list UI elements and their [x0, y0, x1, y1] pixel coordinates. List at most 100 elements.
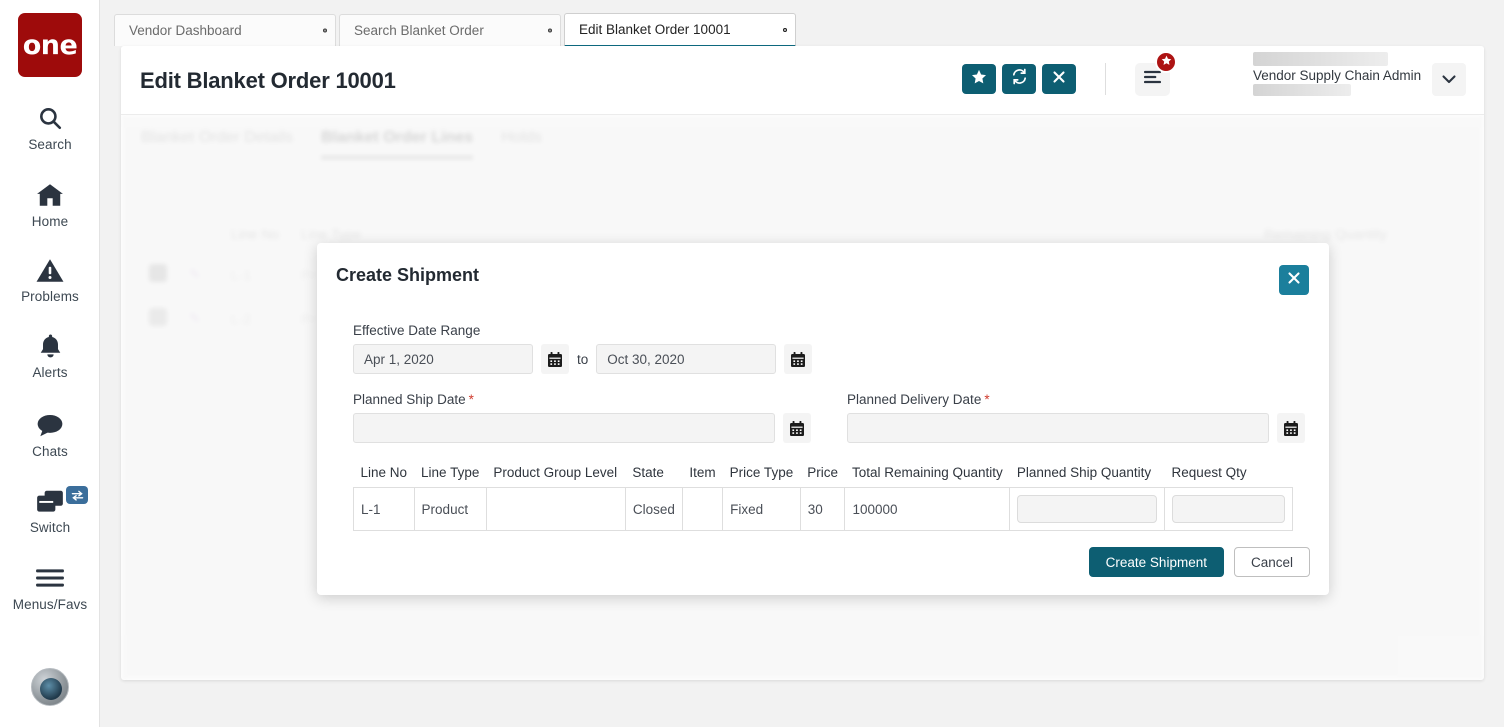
- planned-delivery-date-label: Planned Delivery Date *: [847, 392, 1305, 407]
- effective-date-range-label: Effective Date Range: [353, 323, 481, 338]
- app-shell: Vendor Dashboard Search Blanket Order Ed…: [100, 0, 1504, 727]
- calendar-icon[interactable]: [784, 344, 813, 374]
- calendar-icon[interactable]: [541, 344, 569, 374]
- menu-list-icon: [1144, 70, 1161, 89]
- cell-total-remaining-quantity: 100000: [844, 487, 1011, 531]
- sidebar-item-label: Search: [28, 137, 72, 152]
- hamburger-icon: [35, 563, 65, 593]
- sidebar-item-chats[interactable]: Chats: [0, 410, 100, 459]
- edit-pencil-icon[interactable]: ✎: [189, 266, 201, 282]
- effective-date-to-input[interactable]: Oct 30, 2020: [596, 344, 777, 374]
- modal-title: Create Shipment: [336, 265, 480, 285]
- column-header-line-no: Line No: [360, 465, 408, 480]
- create-shipment-button[interactable]: Create Shipment: [1088, 547, 1224, 577]
- close-icon[interactable]: [536, 23, 552, 39]
- sidebar-item-label: Problems: [21, 289, 79, 304]
- user-info: Vendor Supply Chain Admin: [1253, 52, 1422, 96]
- planned-delivery-date-group: Planned Delivery Date *: [847, 392, 1305, 443]
- app-logo[interactable]: one: [18, 13, 82, 77]
- shipment-lines-table: Line No Line Type Product Group Level St…: [353, 461, 1293, 531]
- header-divider: [1105, 63, 1106, 95]
- planned-dates-row: Planned Ship Date * Planned Delivery Date…: [353, 392, 1305, 443]
- cell-line-no: L-2: [223, 296, 293, 341]
- cell-state: Closed: [624, 487, 683, 531]
- tab-vendor-dashboard[interactable]: Vendor Dashboard: [114, 14, 336, 46]
- left-sidebar: one Search Home Problems Alerts Chats Sw…: [0, 0, 100, 727]
- cell-line-no: L-1: [353, 487, 415, 531]
- required-marker: *: [984, 392, 990, 407]
- modal-footer: Create Shipment Cancel: [1088, 547, 1310, 577]
- row-checkbox[interactable]: [149, 264, 167, 282]
- tab-label: Edit Blanket Order 10001: [579, 22, 731, 37]
- edit-pencil-icon[interactable]: ✎: [189, 310, 201, 326]
- tab-label: Vendor Dashboard: [129, 23, 242, 38]
- avatar-image: [40, 678, 62, 700]
- table-row[interactable]: L-1 Product Closed Fixed 30 100000: [353, 487, 1293, 531]
- chevron-down-icon: [1442, 71, 1456, 89]
- bell-icon: [38, 331, 63, 361]
- warning-triangle-icon: [36, 255, 64, 285]
- tab-edit-blanket-order[interactable]: Edit Blanket Order 10001: [564, 13, 796, 47]
- effective-date-range-row: Apr 1, 2020 to Oct 30, 2020: [353, 344, 1293, 374]
- cell-product-group-level: [485, 487, 626, 531]
- swap-arrows-icon[interactable]: [66, 486, 88, 504]
- calendar-icon[interactable]: [1277, 413, 1305, 443]
- home-icon: [36, 180, 64, 210]
- redacted-company-name: [1253, 52, 1388, 66]
- sidebar-item-switch[interactable]: Switch: [0, 486, 100, 535]
- chat-bubble-icon: [36, 410, 64, 440]
- refresh-button[interactable]: [1002, 64, 1036, 94]
- close-icon[interactable]: [771, 22, 787, 38]
- user-menu-button[interactable]: [1432, 63, 1466, 96]
- app-logo-text: one: [22, 29, 78, 61]
- sidebar-item-label: Switch: [29, 520, 71, 535]
- column-header-line-type: Line Type: [421, 465, 480, 480]
- content-tab-holds[interactable]: Holds: [501, 129, 542, 159]
- row-checkbox[interactable]: [149, 308, 167, 326]
- planned-ship-date-group: Planned Ship Date *: [353, 392, 811, 443]
- favorite-button[interactable]: [962, 64, 996, 94]
- cancel-button[interactable]: Cancel: [1233, 547, 1310, 577]
- effective-date-from-input[interactable]: Apr 1, 2020: [353, 344, 533, 374]
- sidebar-item-alerts[interactable]: Alerts: [0, 331, 100, 380]
- calendar-icon[interactable]: [783, 413, 811, 443]
- avatar[interactable]: [31, 668, 69, 706]
- close-x-icon: [1287, 271, 1301, 290]
- browser-tab-bar: Vendor Dashboard Search Blanket Order Ed…: [100, 0, 1504, 47]
- redacted-user-detail: [1253, 84, 1351, 96]
- planned-ship-date-label: Planned Ship Date *: [353, 392, 811, 407]
- menu-notification-badge[interactable]: [1155, 51, 1177, 73]
- cell-price: 30: [799, 487, 846, 531]
- close-page-button[interactable]: [1042, 64, 1076, 94]
- cell-request-qty: [1164, 487, 1293, 531]
- close-icon[interactable]: [311, 23, 327, 39]
- sidebar-item-problems[interactable]: Problems: [0, 255, 100, 304]
- column-header-price: Price: [807, 465, 838, 480]
- sidebar-item-home[interactable]: Home: [0, 180, 100, 229]
- request-qty-input[interactable]: [1172, 495, 1285, 523]
- planned-delivery-date-input[interactable]: [847, 413, 1269, 443]
- column-header: Line No: [223, 216, 293, 253]
- column-header-planned-ship-quantity: Planned Ship Quantity: [1016, 465, 1152, 480]
- required-marker: *: [468, 392, 474, 407]
- column-header-state: State: [632, 465, 664, 480]
- column-header-total-remaining-quantity: Total Remaining Quantity: [851, 465, 1003, 480]
- column-header-request-qty: Request Qty: [1171, 465, 1247, 480]
- star-icon: [971, 69, 987, 90]
- sidebar-item-menus-favs[interactable]: Menus/Favs: [0, 563, 100, 612]
- cell-item: [681, 487, 724, 531]
- modal-close-button[interactable]: [1279, 265, 1309, 295]
- planned-ship-quantity-input[interactable]: [1017, 495, 1158, 523]
- create-shipment-modal: Create Shipment Effective Date Range Apr…: [317, 243, 1329, 595]
- date-range-separator: to: [577, 351, 589, 367]
- refresh-icon: [1011, 68, 1028, 90]
- sidebar-item-search[interactable]: Search: [0, 103, 100, 152]
- sidebar-item-label: Chats: [32, 444, 68, 459]
- tab-search-blanket-order[interactable]: Search Blanket Order: [339, 14, 561, 46]
- user-role-label: Vendor Supply Chain Admin: [1253, 68, 1422, 83]
- content-tab-blanket-order-details[interactable]: Blanket Order Details: [141, 129, 293, 159]
- planned-ship-date-input[interactable]: [353, 413, 775, 443]
- content-tab-blanket-order-lines[interactable]: Blanket Order Lines: [321, 129, 474, 159]
- table-header-row: Line No Line Type Product Group Level St…: [354, 461, 1293, 488]
- tab-label: Search Blanket Order: [354, 23, 484, 38]
